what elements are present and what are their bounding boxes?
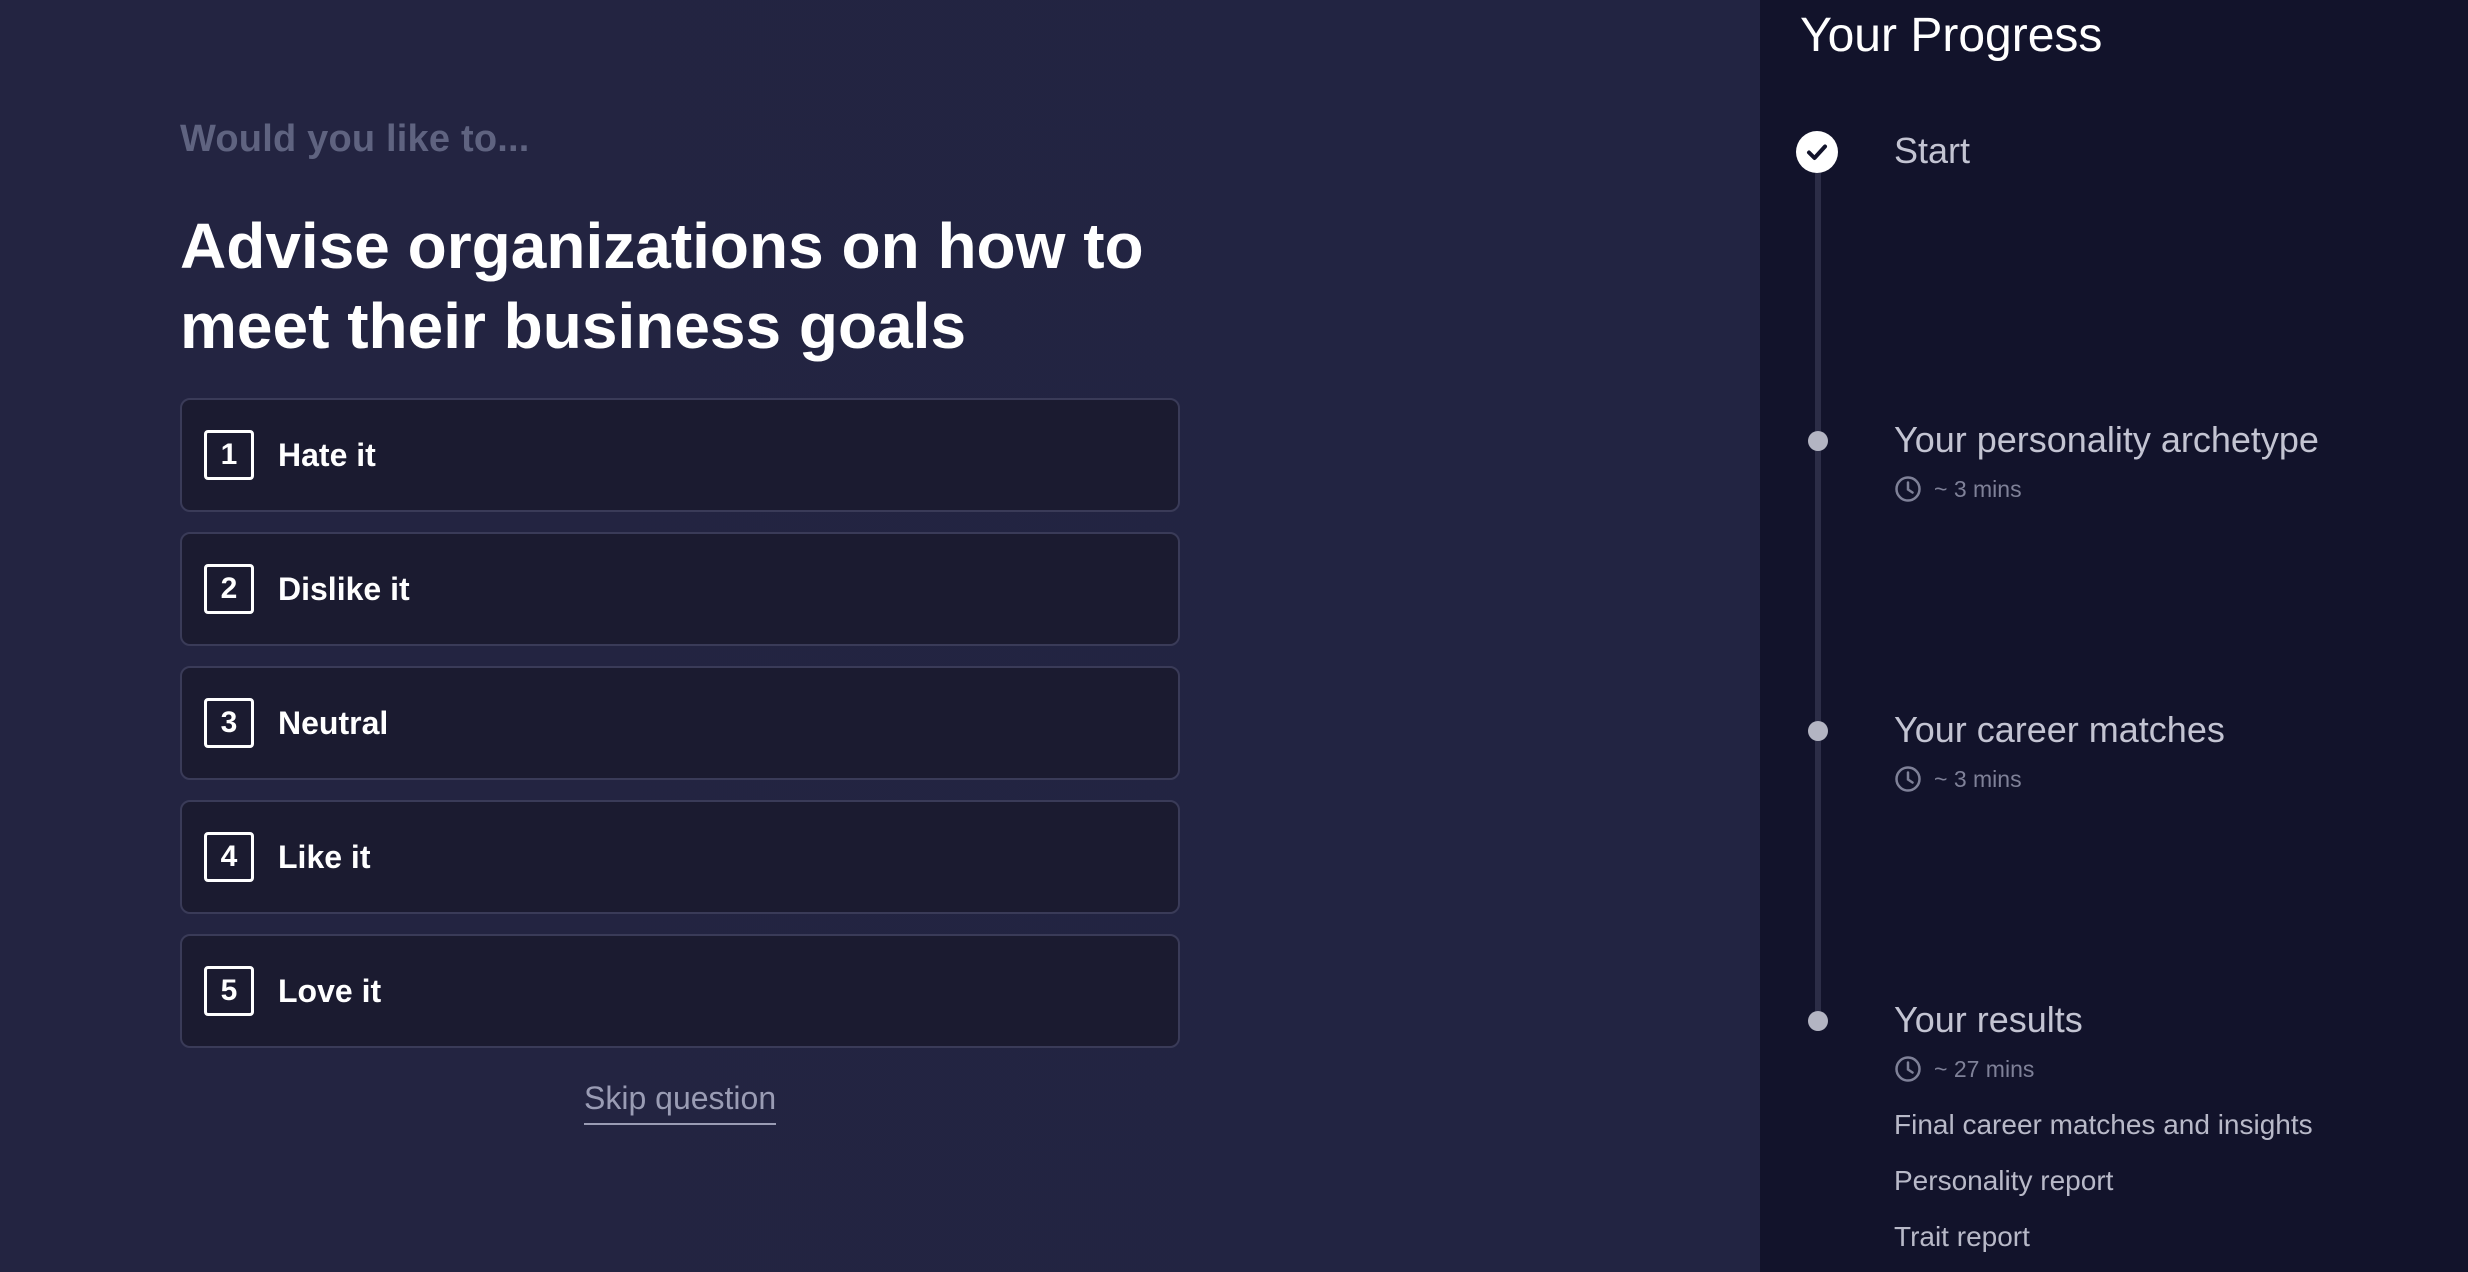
option-like-it[interactable]: 4 Like it: [180, 800, 1180, 914]
option-label: Dislike it: [278, 570, 410, 607]
option-hate-it[interactable]: 1 Hate it: [180, 398, 1180, 512]
skip-question-link[interactable]: Skip question: [584, 1080, 777, 1125]
answer-options: 1 Hate it 2 Dislike it 3 Neutral 4 Like …: [180, 398, 1180, 1068]
option-dislike-it[interactable]: 2 Dislike it: [180, 532, 1180, 646]
progress-title: Your Progress: [1800, 9, 2103, 62]
step-results-title: Your results: [1894, 999, 2083, 1040]
step-dot: [1808, 721, 1828, 741]
progress-panel: Your Progress Start Your personality arc…: [1760, 0, 2468, 1272]
clock-icon: [1895, 476, 1921, 502]
option-label: Like it: [278, 838, 371, 875]
step-results-time: ~ 27 mins: [1894, 1055, 2034, 1083]
step-time-label: ~ 3 mins: [1934, 765, 2022, 792]
option-key-5: 5: [204, 966, 254, 1016]
step-personality-time: ~ 3 mins: [1894, 475, 2022, 503]
option-love-it[interactable]: 5 Love it: [180, 934, 1180, 1048]
result-item: Final career matches and insights: [1894, 1109, 2313, 1140]
option-label: Hate it: [278, 436, 376, 473]
page: Would you like to... Advise organization…: [0, 0, 2468, 1272]
result-item: Trait report: [1894, 1221, 2030, 1252]
timeline-line: [1815, 150, 1821, 1020]
option-key-1: 1: [204, 430, 254, 480]
step-career-time: ~ 3 mins: [1894, 765, 2022, 793]
result-item: Personality report: [1894, 1165, 2114, 1196]
option-key-2: 2: [204, 564, 254, 614]
option-label: Love it: [278, 972, 382, 1009]
question-text: Advise organizations on how to meet thei…: [180, 210, 1144, 362]
step-start-title: Start: [1894, 130, 1971, 171]
option-key-3: 3: [204, 698, 254, 748]
question-prompt: Would you like to...: [180, 118, 530, 160]
step-personality-title: Your personality archetype: [1894, 419, 2319, 460]
option-neutral[interactable]: 3 Neutral: [180, 666, 1180, 780]
clock-icon: [1895, 766, 1921, 792]
step-time-label: ~ 27 mins: [1934, 1055, 2035, 1082]
check-icon: [1796, 131, 1838, 173]
option-key-4: 4: [204, 832, 254, 882]
step-career-title: Your career matches: [1894, 709, 2225, 750]
step-dot: [1808, 1011, 1828, 1031]
step-time-label: ~ 3 mins: [1934, 475, 2022, 502]
clock-icon: [1895, 1056, 1921, 1082]
step-dot: [1808, 431, 1828, 451]
option-label: Neutral: [278, 704, 389, 741]
